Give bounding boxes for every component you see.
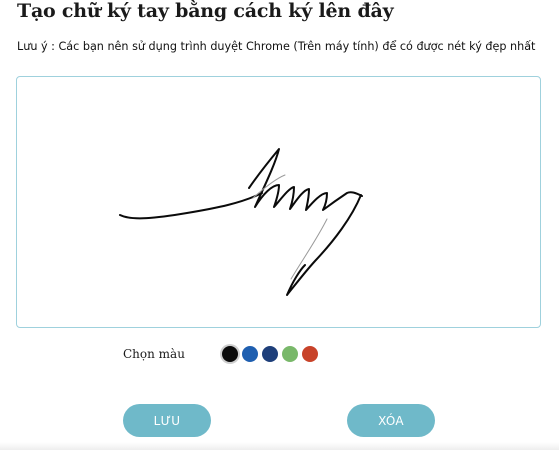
- bottom-shade: [0, 442, 559, 450]
- color-swatch[interactable]: [242, 346, 258, 362]
- color-swatch[interactable]: [262, 346, 278, 362]
- signature-stroke-main: [119, 192, 263, 220]
- clear-button[interactable]: XÓA: [347, 404, 435, 437]
- signature-stroke-letters: [248, 148, 363, 211]
- save-button[interactable]: LƯU: [123, 404, 211, 437]
- browser-note: Lưu ý : Các bạn nên sử dụng trình duyệt …: [17, 40, 536, 53]
- color-swatch[interactable]: [282, 346, 298, 362]
- color-picker-label: Chọn màu: [123, 347, 185, 361]
- color-swatch[interactable]: [222, 346, 238, 362]
- page-title: Tạo chữ ký tay bằng cách ký lên đây: [17, 0, 394, 22]
- color-swatch[interactable]: [302, 346, 318, 362]
- signature-canvas[interactable]: [17, 77, 540, 327]
- signature-pad[interactable]: [16, 76, 541, 328]
